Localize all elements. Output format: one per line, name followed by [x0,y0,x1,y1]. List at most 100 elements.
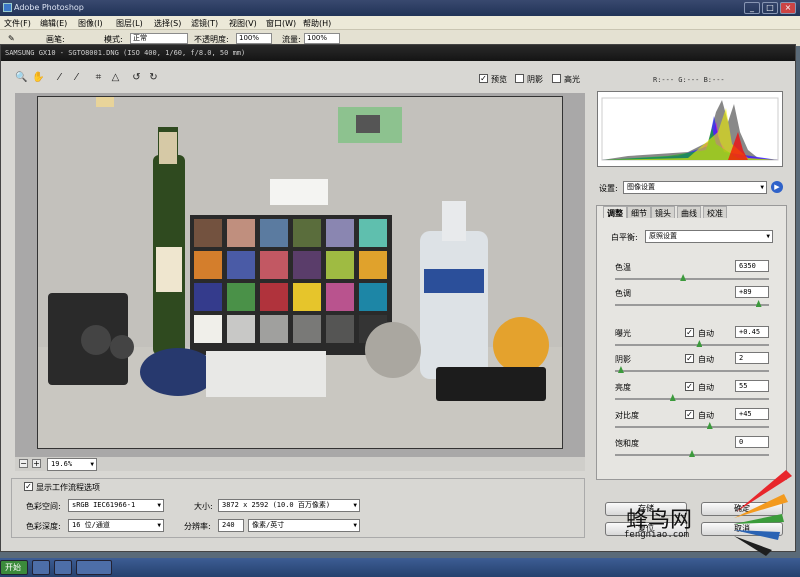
auto-checkbox[interactable]: ✓ [685,328,694,337]
mode-dropdown[interactable]: 正常 [130,33,188,44]
color-depth-select[interactable]: 16 位/通道 ▼ [68,519,164,532]
rotate-left-icon[interactable]: ↺ [130,71,143,84]
color-space-label: 色彩空间: [26,502,61,511]
menu-help[interactable]: 帮助(H) [303,18,331,29]
auto-label: 自动 [698,355,714,364]
rotate-right-icon[interactable]: ↻ [147,71,160,84]
auto-checkbox[interactable]: ✓ [685,382,694,391]
menu-select[interactable]: 选择(S) [154,18,181,29]
adjust-value-field[interactable]: +89 [735,286,769,298]
menu-view[interactable]: 视图(V) [229,18,257,29]
adjust-label-5: 对比度 [615,411,639,420]
tab-lens[interactable]: 镜头 [651,206,675,218]
fengniao-watermark: 蜂鸟网 fengniao.com [616,452,800,562]
highlights-checkbox[interactable] [552,74,561,83]
shadows-checkbox[interactable] [515,74,524,83]
tab-detail[interactable]: 细节 [627,206,651,218]
taskbar-item-photoshop[interactable] [76,560,112,575]
zoom-bar: − + 19.6% ▼ [15,457,585,471]
menubar: 文件(F) 编辑(E) 图像(I) 图层(L) 选择(S) 滤镜(T) 视图(V… [0,16,800,30]
slider-thumb[interactable] [755,300,762,307]
adjust-value-field[interactable]: 0 [735,436,769,448]
hand-tool-icon[interactable]: ✋ [32,71,45,84]
resolution-unit-value: 像素/英寸 [252,521,285,529]
adjust-value-field[interactable]: 2 [735,352,769,364]
resolution-field[interactable]: 240 [218,519,244,532]
adjust-value-field[interactable]: +45 [735,408,769,420]
adjust-value-field[interactable]: +0.45 [735,326,769,338]
tab-curve[interactable]: 曲线 [677,206,701,218]
maximize-button[interactable]: □ [762,2,778,14]
adjust-label-1: 色调 [615,289,631,298]
white-balance-label: 白平衡: [611,233,638,242]
zoom-tool-icon[interactable]: 🔍 [15,71,28,84]
zoom-level-select[interactable]: 19.6% ▼ [47,458,97,471]
adjust-slider[interactable] [615,366,769,373]
adjust-label-0: 色温 [615,263,631,272]
taskbar-item-1[interactable] [32,560,50,575]
settings-menu-icon[interactable]: ▶ [771,181,783,193]
adjust-value-field[interactable]: 55 [735,380,769,392]
slider-thumb[interactable] [680,274,687,281]
settings-select[interactable]: 图像设置 ▼ [623,181,767,194]
settings-label: 设置: [599,184,618,193]
crop-tool-icon[interactable]: ⌗ [92,71,105,84]
opacity-field[interactable]: 100% [236,33,272,44]
color-depth-value: 16 位/通道 [72,521,110,529]
white-balance-tool-icon[interactable]: ⁄ [53,71,66,84]
watermark-url: fengniao.com [624,530,690,540]
adjust-slider[interactable] [615,274,769,281]
chevron-down-icon: ▼ [766,233,770,240]
taskbar-item-2[interactable] [54,560,72,575]
adjust-slider[interactable] [615,394,769,401]
photoshop-icon [3,3,12,12]
zoom-in-button[interactable]: + [32,459,41,468]
slider-thumb[interactable] [669,394,676,401]
menu-window[interactable]: 窗口(W) [266,18,296,29]
zoom-out-button[interactable]: − [19,459,28,468]
preview-area[interactable] [15,93,585,457]
color-sampler-tool-icon[interactable]: ⁄ [70,71,83,84]
app-titlebar: Adobe Photoshop _ □ × [0,0,800,16]
histogram [597,91,783,167]
preview-checkbox[interactable]: ✓ [479,74,488,83]
tab-calibrate[interactable]: 校准 [703,206,727,218]
menu-edit[interactable]: 编辑(E) [40,18,67,29]
menu-layer[interactable]: 图层(L) [116,18,143,29]
adjust-slider[interactable] [615,422,769,429]
size-select[interactable]: 3872 x 2592 (10.0 百万像素) ▼ [218,499,360,512]
chevron-down-icon: ▼ [157,522,161,529]
highlights-label: 高光 [564,75,580,84]
chevron-down-icon: ▼ [157,502,161,509]
brush-tool-icon[interactable]: ✎ [8,34,15,43]
slider-thumb[interactable] [696,340,703,347]
auto-checkbox[interactable]: ✓ [685,410,694,419]
slider-thumb[interactable] [617,366,624,373]
workflow-options-panel: ✓ 显示工作流程选项 色彩空间: sRGB IEC61966-1 ▼ 色彩深度: … [11,478,585,538]
flow-field[interactable]: 100% [304,33,340,44]
resolution-label: 分辨率: [184,522,211,531]
slider-thumb[interactable] [706,422,713,429]
auto-label: 自动 [698,383,714,392]
resolution-unit-select[interactable]: 像素/英寸 ▼ [248,519,360,532]
white-balance-select[interactable]: 原照设置 ▼ [645,230,773,243]
close-button[interactable]: × [780,2,796,14]
straighten-tool-icon[interactable]: △ [109,71,122,84]
show-workflow-checkbox[interactable]: ✓ [24,482,33,491]
auto-checkbox[interactable]: ✓ [685,354,694,363]
auto-label: 自动 [698,411,714,420]
menu-filter[interactable]: 滤镜(T) [191,18,218,29]
menu-file[interactable]: 文件(F) [4,18,31,29]
adjust-slider[interactable] [615,300,769,307]
color-space-select[interactable]: sRGB IEC61966-1 ▼ [68,499,164,512]
chevron-down-icon: ▼ [90,461,94,468]
adjust-value-field[interactable]: 6350 [735,260,769,272]
adjust-slider[interactable] [615,340,769,347]
tab-adjust[interactable]: 调整 [603,206,627,218]
taskbar: 开始 [0,558,800,577]
minimize-button[interactable]: _ [744,2,760,14]
start-button[interactable]: 开始 [0,560,28,575]
dialog-title: SAMSUNG GX10 - SGTO8001.DNG (ISO 400, 1/… [1,45,795,61]
rgb-readout: R:--- G:--- B:--- [653,76,725,84]
menu-image[interactable]: 图像(I) [78,18,103,29]
